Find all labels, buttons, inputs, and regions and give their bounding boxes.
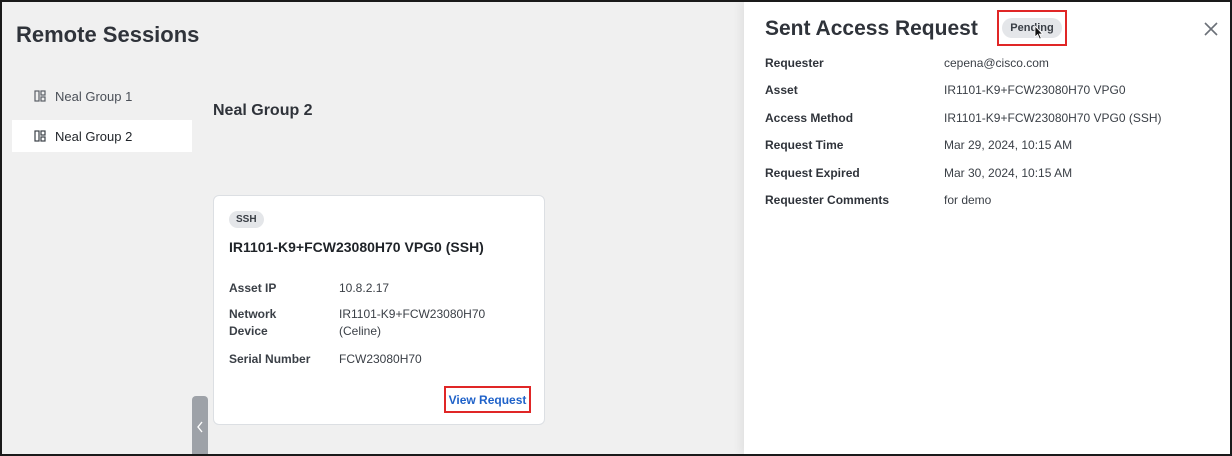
sidebar-item-neal-group-2[interactable]: Neal Group 2 xyxy=(12,120,192,152)
close-button[interactable] xyxy=(1202,20,1220,38)
detail-label: Requester Comments xyxy=(765,193,890,207)
collapse-panel-button[interactable] xyxy=(192,396,208,454)
card-row-label: Asset IP xyxy=(229,281,277,295)
detail-value: for demo xyxy=(944,193,992,207)
close-icon xyxy=(1204,22,1218,36)
protocol-badge: SSH xyxy=(229,211,264,228)
card-row-label: Serial Number xyxy=(229,352,311,366)
detail-value: IR1101-K9+FCW23080H70 VPG0 (SSH) xyxy=(944,111,1162,125)
session-title: IR1101-K9+FCW23080H70 VPG0 (SSH) xyxy=(229,239,484,255)
group-grid-icon xyxy=(34,90,46,102)
mouse-pointer-icon xyxy=(1034,25,1044,40)
detail-value: Mar 30, 2024, 10:15 AM xyxy=(944,166,1073,180)
detail-value: cepena@cisco.com xyxy=(944,56,1049,70)
detail-label: Asset xyxy=(765,83,798,97)
status-highlight: Pending xyxy=(997,10,1067,46)
card-row-value: FCW23080H70 xyxy=(339,352,422,366)
sidebar: Neal Group 1 Neal Group 2 xyxy=(12,80,192,160)
card-row-label: Network Device xyxy=(229,307,277,338)
access-request-drawer: Sent Access Request Pending Requester ce… xyxy=(744,2,1230,454)
main-panel: Remote Sessions Neal Group 1 Neal Group … xyxy=(2,2,744,454)
drawer-title: Sent Access Request xyxy=(765,17,978,40)
detail-value: IR1101-K9+FCW23080H70 VPG0 xyxy=(944,83,1126,97)
detail-label: Requester xyxy=(765,56,824,70)
detail-value: Mar 29, 2024, 10:15 AM xyxy=(944,138,1073,152)
session-card: SSH IR1101-K9+FCW23080H70 VPG0 (SSH) Ass… xyxy=(213,195,545,425)
detail-label: Access Method xyxy=(765,111,854,125)
chevron-left-icon xyxy=(197,421,203,433)
card-row-value: 10.8.2.17 xyxy=(339,281,390,295)
view-request-link[interactable]: View Request xyxy=(444,386,531,413)
sidebar-item-label: Neal Group 2 xyxy=(55,128,133,144)
card-row-value: IR1101-K9+FCW23080H70 (Celine) xyxy=(339,307,486,338)
page-title: Remote Sessions xyxy=(16,22,200,47)
detail-label: Request Expired xyxy=(765,166,860,180)
app-window: Remote Sessions Neal Group 1 Neal Group … xyxy=(0,0,1232,456)
status-badge[interactable]: Pending xyxy=(1002,18,1062,38)
detail-label: Request Time xyxy=(765,138,844,152)
sidebar-item-label: Neal Group 1 xyxy=(55,88,133,104)
sidebar-item-neal-group-1[interactable]: Neal Group 1 xyxy=(12,80,192,112)
group-grid-icon xyxy=(34,130,46,142)
group-title: Neal Group 2 xyxy=(213,102,313,119)
